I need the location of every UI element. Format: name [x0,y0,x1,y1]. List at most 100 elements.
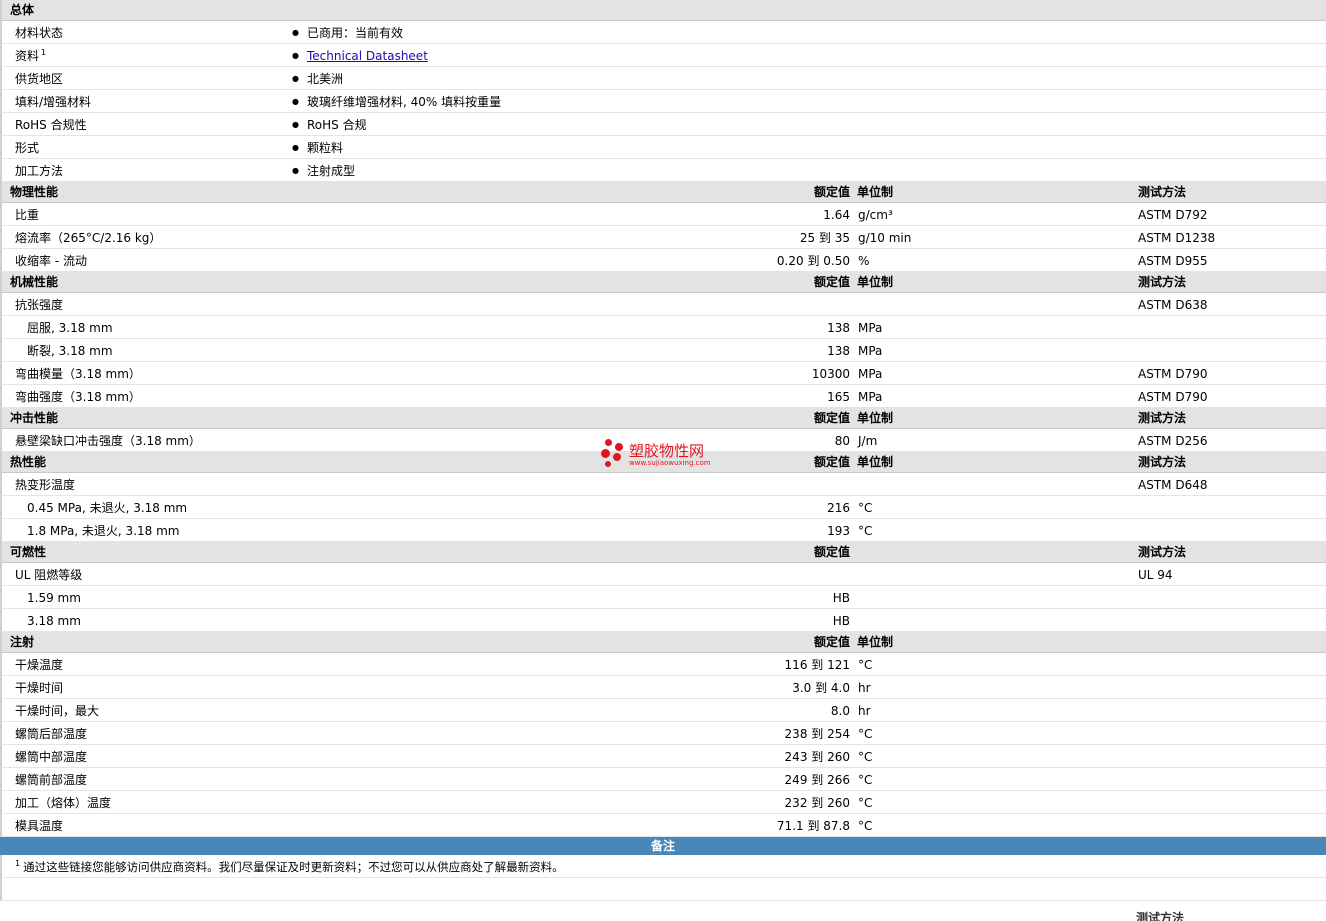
property-row: 螺筒前部温度 249 到 266 °C [0,768,1326,791]
section-header: 机械性能 额定值 单位制 测试方法 [0,272,1326,293]
nominal-value-header: 额定值 [813,545,850,559]
nominal-value-header: 额定值 [813,275,850,289]
cut-off-row: 测试方法 [0,901,1326,921]
property-label: 填料/增强材料 [15,90,91,114]
nominal-value: 243 到 260 [784,750,850,764]
note-body: 通过这些链接您能够访问供应商资料。我们尽量保证及时更新资料；不过您可以从供应商处… [23,860,564,874]
property-label: 干燥时间 [15,681,64,695]
test-method: ASTM D792 [1138,208,1208,222]
unit-value: °C [858,750,873,764]
property-row: 模具温度 71.1 到 87.8 °C [0,814,1326,837]
general-row: 资料 1 ● Technical Datasheet [0,44,1326,67]
nominal-value: 8.0 [830,704,850,718]
watermark-dot [613,453,621,461]
property-value: 已商用：当前有效 [307,26,404,40]
property-row: 0.45 MPa, 未退火, 3.18 mm 216 °C [0,496,1326,519]
test-method: ASTM D790 [1138,367,1208,381]
property-label: 悬壁梁缺口冲击强度（3.18 mm） [15,434,201,448]
nominal-value: 238 到 254 [784,727,850,741]
general-row: 填料/增强材料 ● 玻璃纤维增强材料, 40% 填料按重量 [0,90,1326,113]
test-method: ASTM D955 [1138,254,1208,268]
property-row: 弯曲强度（3.18 mm） 165 MPa ASTM D790 [0,385,1326,408]
nominal-value: 1.64 [823,208,850,222]
watermark-name: 塑胶物性网 [629,442,705,460]
technical-datasheet-link[interactable]: Technical Datasheet [307,49,428,63]
unit-value: g/10 min [858,231,912,245]
nominal-value: 249 到 266 [784,773,850,787]
property-row: 抗张强度 ASTM D638 [0,293,1326,316]
unit-header: 单位制 [857,275,894,289]
bullet-icon: ● [292,97,299,106]
test-method: ASTM D790 [1138,390,1208,404]
property-row: 断裂, 3.18 mm 138 MPa [0,339,1326,362]
general-row: 形式 ● 颗粒料 [0,136,1326,159]
unit-value: J/m [858,434,878,448]
unit-header: 单位制 [857,411,894,425]
section-title: 物理性能 [10,185,59,199]
property-label-text: 供货地区 [15,72,64,86]
property-row: 弯曲模量（3.18 mm） 10300 MPa ASTM D790 [0,362,1326,385]
property-row: 螺筒中部温度 243 到 260 °C [0,745,1326,768]
property-label: 断裂, 3.18 mm [27,344,113,358]
unit-value: °C [858,501,873,515]
property-label: 收缩率 - 流动 [15,254,87,268]
section-title: 冲击性能 [10,411,59,425]
unit-value: MPa [858,390,883,404]
test-method-header: 测试方法 [1136,911,1185,921]
unit-header: 单位制 [857,455,894,469]
property-row: 比重 1.64 g/cm³ ASTM D792 [0,203,1326,226]
nominal-value: 25 到 35 [799,231,850,245]
nominal-value-header: 额定值 [813,411,850,425]
property-label-text: 资料 [15,49,40,63]
nominal-value: HB [832,591,850,605]
section-title: 注射 [10,635,35,649]
test-method: ASTM D1238 [1138,231,1216,245]
note-row: 1 通过这些链接您能够访问供应商资料。我们尽量保证及时更新资料；不过您可以从供应商… [0,855,1326,878]
general-row: 材料状态 ● 已商用：当前有效 [0,21,1326,44]
nominal-value: 71.1 到 87.8 [776,819,850,833]
property-value: Technical Datasheet [307,44,428,68]
property-row: 热变形温度 ASTM D648 [0,473,1326,496]
nominal-value: 138 [827,344,850,358]
test-method-header: 测试方法 [1138,185,1187,199]
nominal-value: 10300 [811,367,850,381]
section-header: 物理性能 额定值 单位制 测试方法 [0,182,1326,203]
watermark-url: www.sujiaowuxing.com [629,459,711,467]
property-label: 弯曲强度（3.18 mm） [15,390,141,404]
property-value: RoHS 合规 [307,118,367,132]
unit-value: °C [858,524,873,538]
test-method-header: 测试方法 [1138,455,1187,469]
unit-value: % [858,254,870,268]
nominal-value: 138 [827,321,850,335]
property-label: 供货地区 [15,67,63,91]
bullet-icon: ● [292,51,299,60]
section-header: 注射 额定值 单位制 [0,632,1326,653]
property-value: 北美洲 [307,72,344,86]
property-row: 收缩率 - 流动 0.20 到 0.50% ASTM D955 [0,249,1326,272]
property-value: 颗粒料 [307,141,344,155]
property-label: 资料 1 [15,44,46,68]
nominal-value: 216 [827,501,850,515]
property-label: 螺筒中部温度 [15,750,88,764]
unit-value: g/cm³ [858,208,893,222]
property-label: 螺筒前部温度 [15,773,88,787]
property-row: 屈服, 3.18 mm 138 MPa [0,316,1326,339]
nominal-value: 232 到 260 [784,796,850,810]
section-header: 冲击性能 额定值 单位制 测试方法 [0,408,1326,429]
property-row: 1.59 mm HB [0,586,1326,609]
bullet-icon: ● [292,120,299,129]
nominal-value-header: 额定值 [813,635,850,649]
property-value: 玻璃纤维增强材料, 40% 填料按重量 [307,95,502,109]
unit-value: °C [858,658,873,672]
nominal-value-header: 额定值 [813,185,850,199]
unit-value: °C [858,727,873,741]
section-title: 总体 [10,3,35,17]
unit-value: MPa [858,344,883,358]
nominal-value: 0.20 到 0.50 [776,254,850,268]
unit-value: MPa [858,367,883,381]
watermark-dot [605,439,612,446]
nominal-value: 116 到 121 [784,658,850,672]
nominal-value: 3.0 到 4.0 [792,681,850,695]
property-row: 熔流率（265°C/2.16 kg） 25 到 35 g/10 min ASTM D1… [0,226,1326,249]
notes-header: 备注 [0,837,1326,855]
